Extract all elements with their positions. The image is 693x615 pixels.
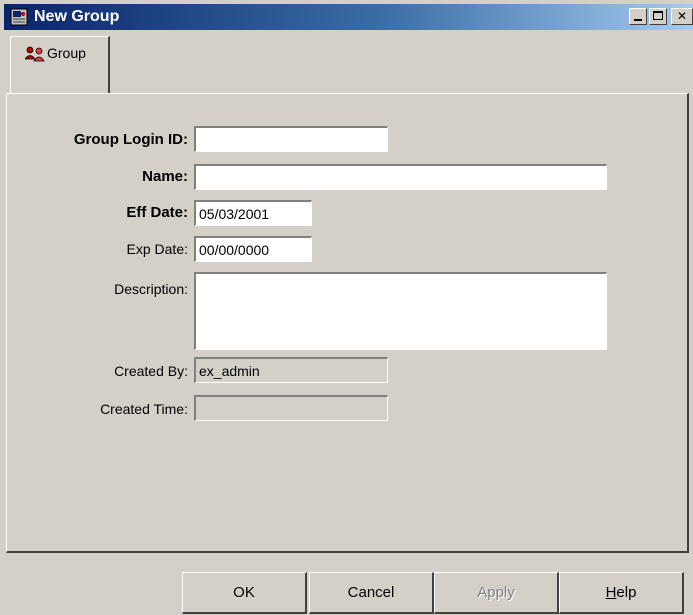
group-users-icon [25, 46, 45, 62]
help-label-rest: elp [616, 583, 637, 601]
help-mnemonic: H [605, 583, 617, 601]
apply-button[interactable]: Apply [434, 572, 559, 614]
title-bar[interactable]: New Group ✕ [4, 4, 693, 30]
created-by-field [194, 357, 388, 383]
exp-date-input[interactable] [194, 236, 312, 262]
eff-date-label: Eff Date: [126, 204, 188, 221]
name-label: Name: [142, 168, 188, 185]
group-login-id-label: Group Login ID: [73, 131, 188, 148]
close-icon: ✕ [676, 9, 688, 23]
close-button[interactable]: ✕ [671, 8, 693, 25]
help-button[interactable]: Help [559, 572, 684, 614]
minimize-button[interactable] [629, 8, 647, 25]
eff-date-input[interactable] [194, 200, 312, 226]
exp-date-label: Exp Date: [126, 241, 188, 257]
name-input[interactable] [194, 164, 607, 190]
group-login-id-input[interactable] [194, 126, 388, 152]
maximize-button[interactable] [649, 8, 667, 25]
app-window-icon [10, 8, 28, 26]
new-group-dialog: New Group ✕ Group Group Login ID: Name: … [0, 0, 693, 615]
window-title: New Group [34, 8, 120, 25]
created-by-label: Created By: [114, 363, 188, 379]
description-textarea[interactable] [194, 272, 607, 350]
tab-group-label: Group [47, 45, 86, 61]
description-label: Description: [114, 281, 188, 297]
maximize-icon [653, 11, 663, 20]
created-time-field [194, 395, 388, 421]
ok-button[interactable]: OK [182, 572, 307, 614]
cancel-button[interactable]: Cancel [309, 572, 434, 614]
minimize-icon [634, 19, 642, 21]
created-time-label: Created Time: [100, 401, 188, 417]
tab-group[interactable]: Group [10, 36, 110, 94]
